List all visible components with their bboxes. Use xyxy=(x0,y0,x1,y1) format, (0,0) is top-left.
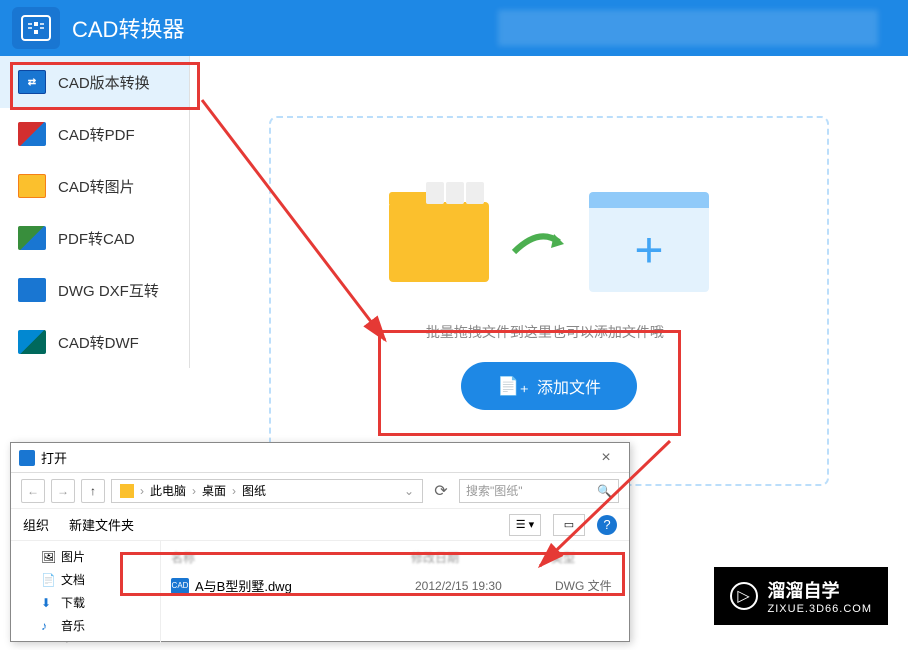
sidebar-label: DWG DXF互转 xyxy=(58,280,159,301)
dialog-sidebar: 🖼图片 📄文档 ⬇下载 ♪音乐 🖥桌面 xyxy=(11,541,161,643)
dialog-app-icon xyxy=(19,450,35,466)
drop-zone[interactable]: 批量拖拽文件到这里也可以添加文件哦~ 📄₊ 添加文件 xyxy=(269,116,829,486)
search-input[interactable]: 搜索"图纸" 🔍 xyxy=(459,479,619,503)
arrow-icon xyxy=(509,222,569,262)
app-title: CAD转换器 xyxy=(72,12,184,44)
dialog-body: 🖼图片 📄文档 ⬇下载 ♪音乐 🖥桌面 名称 修改日期 类型 CAD A与B型别… xyxy=(11,541,629,643)
sidebar-label: CAD转图片 xyxy=(58,176,135,197)
header-date[interactable]: 修改日期 xyxy=(411,549,551,566)
nav-up-button[interactable]: ↑ xyxy=(81,479,105,503)
help-button[interactable]: ? xyxy=(597,515,617,535)
refresh-button[interactable]: ⟳ xyxy=(429,481,453,501)
sidebar-item-dwgdxf[interactable]: DWG DXF互转 xyxy=(0,264,189,316)
breadcrumb-part[interactable]: 桌面 xyxy=(202,482,226,499)
downloads-icon: ⬇ xyxy=(41,596,55,610)
view-list-button[interactable]: ☰ ▾ xyxy=(509,514,541,536)
sidebar-documents[interactable]: 📄文档 xyxy=(11,568,160,591)
sidebar-downloads[interactable]: ⬇下载 xyxy=(11,591,160,614)
file-list-headers: 名称 修改日期 类型 xyxy=(171,547,619,572)
documents-icon: 📄 xyxy=(41,573,55,587)
app-logo-icon xyxy=(12,7,60,49)
play-icon: ▷ xyxy=(730,582,758,610)
search-icon: 🔍 xyxy=(597,484,612,498)
sidebar-item-image[interactable]: CAD转图片 xyxy=(0,160,189,212)
file-list: 名称 修改日期 类型 CAD A与B型别墅.dwg 2012/2/15 19:3… xyxy=(161,541,629,643)
cad-file-icon: CAD xyxy=(171,578,189,594)
sidebar-item-pdf2cad[interactable]: PDF转CAD xyxy=(0,212,189,264)
breadcrumb[interactable]: › 此电脑 › 桌面 › 图纸 ⌄ xyxy=(111,479,423,503)
sidebar-item-dwf[interactable]: CAD转DWF xyxy=(0,316,189,368)
organize-menu[interactable]: 组织 xyxy=(23,515,49,534)
breadcrumb-part[interactable]: 图纸 xyxy=(242,482,266,499)
watermark-url: ZIXUE.3D66.COM xyxy=(768,603,872,615)
cad-version-icon: ⇄ xyxy=(18,70,46,94)
desktop-icon: 🖥 xyxy=(41,642,55,644)
header-blur-region xyxy=(498,10,878,46)
music-icon: ♪ xyxy=(41,619,55,633)
cad-pdf-icon xyxy=(18,122,46,146)
file-date: 2012/2/15 19:30 xyxy=(415,579,555,593)
sidebar-music[interactable]: ♪音乐 xyxy=(11,614,160,637)
sidebar-label: PDF转CAD xyxy=(58,228,135,249)
app-header: CAD转换器 xyxy=(0,0,908,56)
dialog-toolbar: 组织 新建文件夹 ☰ ▾ ▭ ? xyxy=(11,509,629,541)
close-button[interactable]: × xyxy=(591,449,621,467)
dialog-title: 打开 xyxy=(41,448,67,467)
file-type: DWG 文件 xyxy=(555,577,612,594)
file-name: A与B型别墅.dwg xyxy=(195,576,415,595)
dialog-titlebar: 打开 × xyxy=(11,443,629,473)
breadcrumb-part[interactable]: 此电脑 xyxy=(150,482,186,499)
sidebar-desktop[interactable]: 🖥桌面 xyxy=(11,637,160,643)
add-file-icon: 📄₊ xyxy=(497,376,529,397)
breadcrumb-drive-icon xyxy=(120,484,134,498)
browser-window-icon xyxy=(589,192,709,292)
breadcrumb-dropdown-icon[interactable]: ⌄ xyxy=(404,484,414,498)
sidebar: ⇄ CAD版本转换 CAD转PDF CAD转图片 PDF转CAD DWG DXF… xyxy=(0,56,190,368)
newfolder-button[interactable]: 新建文件夹 xyxy=(69,515,134,534)
dwg-dxf-icon xyxy=(18,278,46,302)
cad-dwf-icon xyxy=(18,330,46,354)
header-name[interactable]: 名称 xyxy=(171,549,411,566)
search-placeholder: 搜索"图纸" xyxy=(466,482,523,499)
nav-forward-button[interactable]: → xyxy=(51,479,75,503)
pictures-icon: 🖼 xyxy=(41,550,55,564)
pdf-cad-icon xyxy=(18,226,46,250)
sidebar-label: CAD版本转换 xyxy=(58,72,150,93)
sidebar-pictures[interactable]: 🖼图片 xyxy=(11,545,160,568)
dropzone-illustration xyxy=(389,192,709,292)
folder-icon xyxy=(389,202,489,282)
dropzone-hint: 批量拖拽文件到这里也可以添加文件哦~ xyxy=(426,322,672,342)
dialog-nav: ← → ↑ › 此电脑 › 桌面 › 图纸 ⌄ ⟳ 搜索"图纸" 🔍 xyxy=(11,473,629,509)
header-type[interactable]: 类型 xyxy=(551,549,611,566)
cad-image-icon xyxy=(18,174,46,198)
add-file-label: 添加文件 xyxy=(537,374,601,398)
sidebar-item-pdf[interactable]: CAD转PDF xyxy=(0,108,189,160)
watermark-title: 溜溜自学 xyxy=(768,577,872,603)
sidebar-item-version[interactable]: ⇄ CAD版本转换 xyxy=(0,56,189,108)
nav-back-button[interactable]: ← xyxy=(21,479,45,503)
sidebar-label: CAD转PDF xyxy=(58,124,135,145)
sidebar-label: CAD转DWF xyxy=(58,332,139,353)
watermark: ▷ 溜溜自学 ZIXUE.3D66.COM xyxy=(714,567,888,625)
add-file-button[interactable]: 📄₊ 添加文件 xyxy=(461,362,637,410)
file-row[interactable]: CAD A与B型别墅.dwg 2012/2/15 19:30 DWG 文件 xyxy=(171,572,619,599)
view-details-button[interactable]: ▭ xyxy=(553,514,585,536)
file-open-dialog: 打开 × ← → ↑ › 此电脑 › 桌面 › 图纸 ⌄ ⟳ 搜索"图纸" 🔍 … xyxy=(10,442,630,642)
